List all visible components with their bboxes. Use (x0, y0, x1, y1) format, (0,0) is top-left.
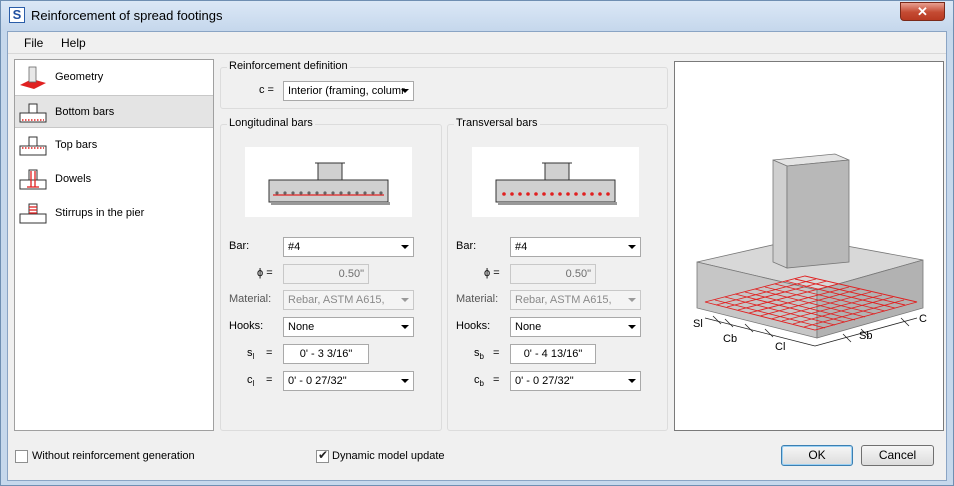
material-select-value: Rebar, ASTM A615, (515, 294, 612, 306)
cancel-button[interactable]: Cancel (861, 445, 934, 466)
hooks-label: Hooks: (456, 320, 491, 332)
transversal-material-select: Rebar, ASTM A615, (510, 290, 641, 310)
menu-file[interactable]: File (24, 36, 43, 50)
longitudinal-section-drawing (268, 162, 390, 205)
nav-item-geometry[interactable]: Geometry (15, 61, 213, 94)
longitudinal-bars-group: Longitudinal bars Bar: #4 ϕ = 0.50" Mate… (220, 117, 442, 431)
transversal-hooks-select[interactable]: None (510, 317, 641, 337)
window-title: Reinforcement of spread footings (31, 8, 223, 23)
reinforcement-definition-group: Reinforcement definition c = Interior (f… (220, 60, 668, 109)
bar-label: Bar: (229, 240, 250, 252)
dim-label-c: C (919, 313, 927, 325)
dynamic-update-label: Dynamic model update (332, 450, 445, 462)
without-reinforcement-checkbox[interactable] (15, 450, 28, 463)
chevron-down-icon (401, 325, 409, 329)
dowels-icon (19, 169, 47, 190)
material-label: Material: (229, 293, 272, 305)
transversal-spacing-field[interactable]: 0' - 4 13/16" (510, 344, 596, 364)
cover-label: cb (474, 374, 484, 389)
cover-select-value: 0' - 0 27/32" (288, 375, 347, 387)
chevron-down-icon (401, 298, 409, 302)
bar-select-value: #4 (515, 241, 528, 253)
geometry-icon (20, 66, 46, 89)
chevron-down-icon (401, 245, 409, 249)
spacing-equals: = (493, 347, 500, 359)
transversal-section-preview (472, 147, 639, 217)
model-3d-view[interactable]: Sl Cb Cl Sb C (674, 61, 944, 431)
transversal-cover-select[interactable]: 0' - 0 27/32" (510, 371, 641, 391)
menu-help[interactable]: Help (61, 36, 86, 50)
c-select[interactable]: Interior (framing, columr (283, 81, 414, 101)
hooks-label: Hooks: (229, 320, 264, 332)
bar-select-value: #4 (288, 241, 301, 253)
c-select-value: Interior (framing, columr (288, 85, 405, 97)
menu-bar: File Help (8, 32, 946, 54)
longitudinal-material-select: Rebar, ASTM A615, (283, 290, 414, 310)
checkmark-icon: ✔ (318, 448, 329, 462)
title-bar: S Reinforcement of spread footings ✕ (1, 1, 953, 31)
spacing-label: sb (474, 347, 484, 362)
dynamic-update-checkbox[interactable]: ✔ (316, 448, 329, 463)
nav-label: Top bars (55, 139, 98, 151)
footing-3d-drawing (696, 153, 924, 347)
close-button[interactable]: ✕ (900, 2, 945, 21)
nav-item-bottom-bars[interactable]: Bottom bars (15, 95, 213, 128)
chevron-down-icon (628, 298, 636, 302)
chevron-down-icon (401, 89, 409, 93)
nav-item-stirrups[interactable]: Stirrups in the pier (15, 197, 213, 230)
longitudinal-section-preview (245, 147, 412, 217)
bottom-bars-icon (19, 103, 47, 123)
dim-label-sb: Sb (859, 330, 873, 342)
app-icon: S (9, 7, 25, 23)
section-list: Geometry Bottom bars Top bars Dowels Sti… (14, 59, 214, 431)
transversal-phi-field: 0.50" (510, 264, 596, 284)
dim-label-cl: Cl (775, 341, 786, 353)
cover-select-value: 0' - 0 27/32" (515, 375, 574, 387)
dialog-client: File Help Geometry Bottom bars Top bars … (7, 31, 947, 481)
nav-item-dowels[interactable]: Dowels (15, 163, 213, 196)
phi-label: ϕ = (257, 267, 273, 279)
chevron-down-icon (628, 325, 636, 329)
cover-equals: = (493, 374, 500, 386)
ok-button[interactable]: OK (781, 445, 853, 466)
dialog-window: S Reinforcement of spread footings ✕ Fil… (0, 0, 954, 486)
nav-label: Bottom bars (55, 106, 115, 118)
nav-label: Dowels (55, 173, 92, 185)
dim-label-sl: Sl (693, 318, 703, 330)
longitudinal-cover-select[interactable]: 0' - 0 27/32" (283, 371, 414, 391)
nav-label: Stirrups in the pier (55, 207, 145, 219)
group-title: Longitudinal bars (227, 117, 315, 129)
longitudinal-spacing-field[interactable]: 0' - 3 3/16" (283, 344, 369, 364)
chevron-down-icon (401, 379, 409, 383)
spacing-equals: = (266, 347, 273, 359)
group-title: Reinforcement definition (227, 60, 350, 72)
without-reinforcement-label: Without reinforcement generation (32, 450, 195, 462)
nav-item-top-bars[interactable]: Top bars (15, 129, 213, 162)
longitudinal-phi-field: 0.50" (283, 264, 369, 284)
dim-label-cb: Cb (723, 333, 738, 345)
material-select-value: Rebar, ASTM A615, (288, 294, 385, 306)
longitudinal-hooks-select[interactable]: None (283, 317, 414, 337)
top-bars-icon (19, 136, 47, 156)
transversal-bar-select[interactable]: #4 (510, 237, 641, 257)
spacing-label: sl (247, 347, 255, 362)
cover-equals: = (266, 374, 273, 386)
cover-label: cl (247, 374, 255, 389)
hooks-select-value: None (288, 321, 315, 333)
stirrups-icon (19, 203, 47, 224)
bar-label: Bar: (456, 240, 477, 252)
c-label: c = (259, 84, 274, 96)
longitudinal-bar-select[interactable]: #4 (283, 237, 414, 257)
transversal-section-drawing (495, 162, 617, 205)
phi-label: ϕ = (484, 267, 500, 279)
chevron-down-icon (628, 245, 636, 249)
group-title: Transversal bars (454, 117, 540, 129)
hooks-select-value: None (515, 321, 542, 333)
transversal-bars-group: Transversal bars Bar: #4 ϕ = 0.50" Mater… (447, 117, 668, 431)
material-label: Material: (456, 293, 499, 305)
chevron-down-icon (628, 379, 636, 383)
nav-label: Geometry (55, 71, 104, 83)
